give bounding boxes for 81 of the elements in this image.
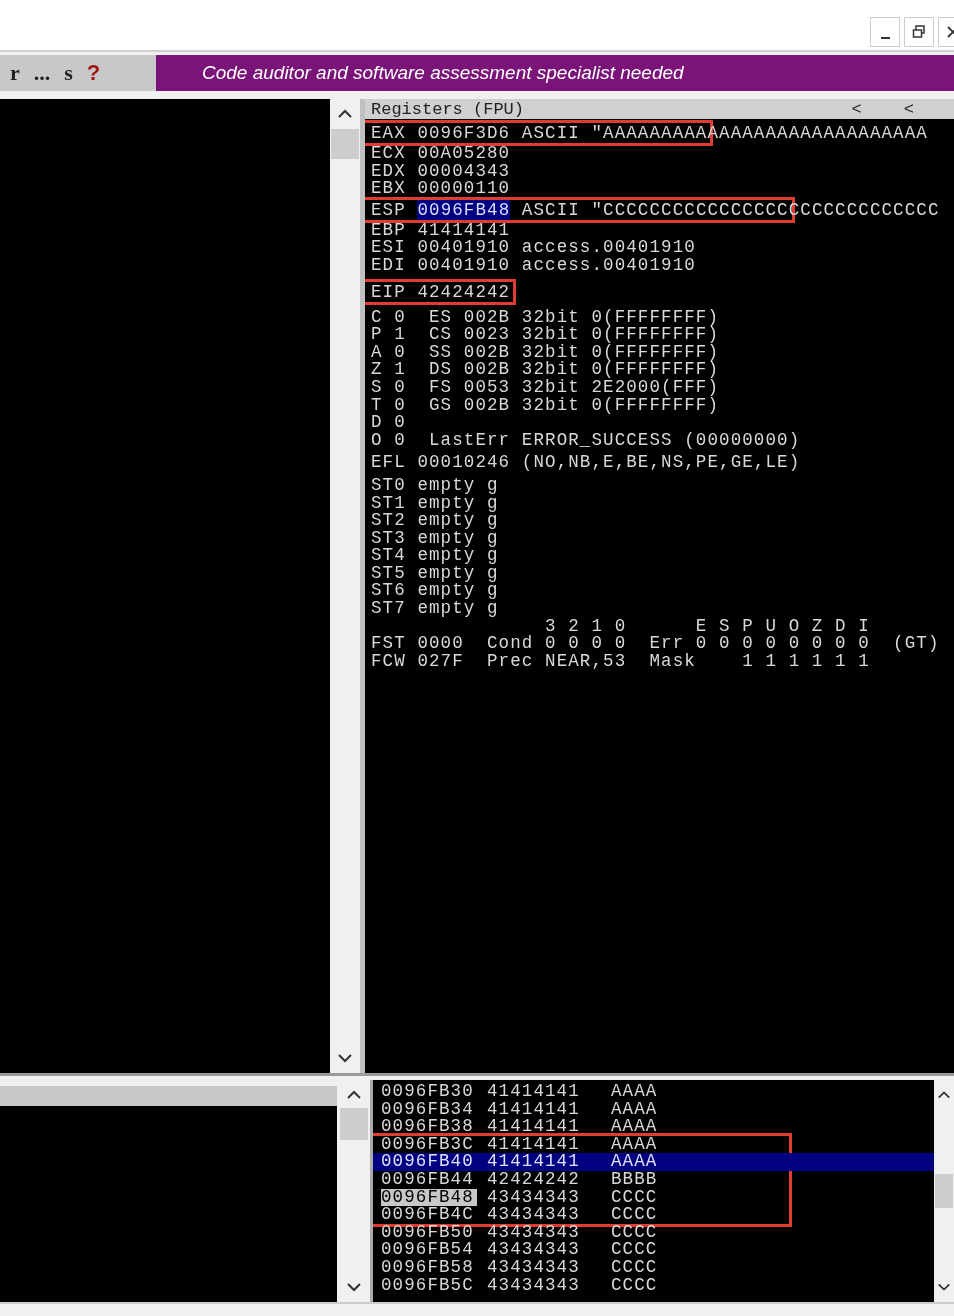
register-text: ST7 empty g xyxy=(371,598,499,619)
register-text: 3 2 1 0 E S P U O Z D I xyxy=(544,615,870,636)
address-cell-text: 0096FB40 xyxy=(381,1153,475,1171)
scroll-thumb[interactable] xyxy=(331,129,359,159)
register-text: C 0 ES 002B 32bit 0(FFFFFFFF) xyxy=(371,306,720,327)
address-cell-text: 0096FB44 xyxy=(381,1170,475,1189)
stack-row[interactable]: 0096FB3C 41414141 AAAA xyxy=(373,1135,934,1154)
value-cell-text: 43434343 xyxy=(487,1206,581,1224)
restore-button[interactable] xyxy=(904,17,934,47)
register-text: ECX 00A05280 xyxy=(371,143,511,163)
toolbar-button[interactable]: r xyxy=(8,60,22,86)
ascii-cell: AAAA xyxy=(611,1118,658,1136)
address-cell-text: 0096FB30 xyxy=(381,1083,475,1101)
ascii-cell: CCCC xyxy=(611,1188,658,1207)
register-text: ST0 empty g xyxy=(371,474,499,495)
stack-row[interactable]: 0096FB4C 43434343 CCCC xyxy=(373,1206,934,1224)
address-cell-text: 0096FB54 xyxy=(381,1241,475,1259)
value-cell-text: 41414141 xyxy=(487,1153,581,1171)
address-cell-text: 0096FB50 xyxy=(381,1223,475,1242)
value-cell-text: 43434343 xyxy=(487,1188,581,1207)
selected-value: 0096FB48 xyxy=(417,196,511,223)
scroll-thumb[interactable] xyxy=(339,1108,368,1140)
help-button[interactable]: ? xyxy=(84,60,103,86)
value-cell-text: 43434343 xyxy=(487,1276,581,1295)
register-text: T 0 GS 002B 32bit 0(FFFFFFFF) xyxy=(371,394,720,415)
register-text: EIP 42424242 xyxy=(365,278,517,305)
address-cell-text: 0096FB58 xyxy=(381,1258,475,1277)
address-cell-text: 0096FB3C xyxy=(381,1135,475,1154)
banner: Code auditor and software assessment specialist needed xyxy=(156,55,954,91)
ascii-cell: CCCC xyxy=(611,1206,658,1224)
ascii-cell: CCCC xyxy=(611,1258,658,1277)
stack-row[interactable]: 0096FB58 43434343 CCCC xyxy=(373,1258,934,1277)
value-cell-text: 41414141 xyxy=(487,1135,581,1154)
scroll-up-icon[interactable] xyxy=(337,109,353,119)
ascii-cell: CCCC xyxy=(611,1276,658,1295)
ascii-cell: AAAA xyxy=(611,1135,658,1154)
scroll-up-icon[interactable] xyxy=(345,1090,362,1100)
value-cell-text: 42424242 xyxy=(487,1170,581,1189)
ascii-cell: AAAA xyxy=(611,1100,658,1119)
toolbar-button[interactable]: ... xyxy=(31,60,53,86)
stack-row[interactable]: 0096FB54 43434343 CCCC xyxy=(373,1241,934,1259)
value-cell-text: 41414141 xyxy=(487,1118,581,1136)
header-button[interactable]: < xyxy=(903,99,914,119)
pane-title: Registers (FPU) xyxy=(371,99,525,119)
register-text: EFL 00010246 (NO,NB,E,BE,NS,PE,GE,LE) xyxy=(371,452,801,473)
register-text: EBX 00000110 xyxy=(371,178,511,199)
value-cell-text: 43434343 xyxy=(487,1258,581,1277)
toolbar-button[interactable]: s xyxy=(62,60,75,86)
value-cell-text: 43434343 xyxy=(487,1241,581,1259)
restore-icon xyxy=(912,25,926,39)
scroll-thumb[interactable] xyxy=(935,1174,953,1208)
ascii-cell: CCCC xyxy=(611,1241,658,1259)
scroll-up-icon[interactable] xyxy=(937,1090,951,1100)
stack-row[interactable]: 0096FB40 41414141 AAAA xyxy=(373,1153,934,1171)
stack-row[interactable]: 0096FB50 43434343 CCCC xyxy=(373,1223,934,1242)
stack-row[interactable]: 0096FB48 43434343 CCCC xyxy=(373,1188,934,1207)
stack-row[interactable]: 0096FB5C 43434343 CCCC xyxy=(373,1276,934,1295)
stack-row[interactable]: 0096FB44 42424242 BBBB xyxy=(373,1170,934,1189)
ascii-cell: AAAA xyxy=(611,1153,658,1171)
register-text: P 1 CS 0023 32bit 0(FFFFFFFF) xyxy=(371,324,720,345)
address-cell-text: 0096FB38 xyxy=(381,1118,475,1136)
register-text: Z 1 DS 002B 32bit 0(FFFFFFFF) xyxy=(371,359,720,380)
ascii-cell: CCCC xyxy=(611,1223,658,1242)
ascii-cell: AAAA xyxy=(611,1083,658,1101)
stack-row[interactable]: 0096FB38 41414141 AAAA xyxy=(373,1118,934,1136)
value-cell-text: 41414141 xyxy=(487,1100,581,1119)
stack-row[interactable]: 0096FB30 41414141 AAAA xyxy=(373,1083,934,1101)
address-cell-text: 0096FB34 xyxy=(381,1100,475,1119)
value-cell-text: 43434343 xyxy=(487,1223,581,1242)
address-cell-text: 0096FB5C xyxy=(381,1276,475,1295)
scroll-down-icon[interactable] xyxy=(345,1282,362,1292)
scroll-down-icon[interactable] xyxy=(937,1282,951,1292)
address-cell: 0096FB48 xyxy=(381,1188,477,1207)
stack-row[interactable]: 0096FB34 41414141 AAAA xyxy=(373,1100,934,1119)
address-cell-text: 0096FB4C xyxy=(381,1206,475,1224)
scroll-down-icon[interactable] xyxy=(337,1053,353,1063)
minimize-icon xyxy=(880,37,890,39)
ascii-cell: BBBB xyxy=(611,1170,658,1189)
register-text: EDX 00004343 xyxy=(371,160,511,181)
header-button[interactable]: < xyxy=(851,99,862,119)
value-cell-text: 41414141 xyxy=(487,1083,581,1101)
